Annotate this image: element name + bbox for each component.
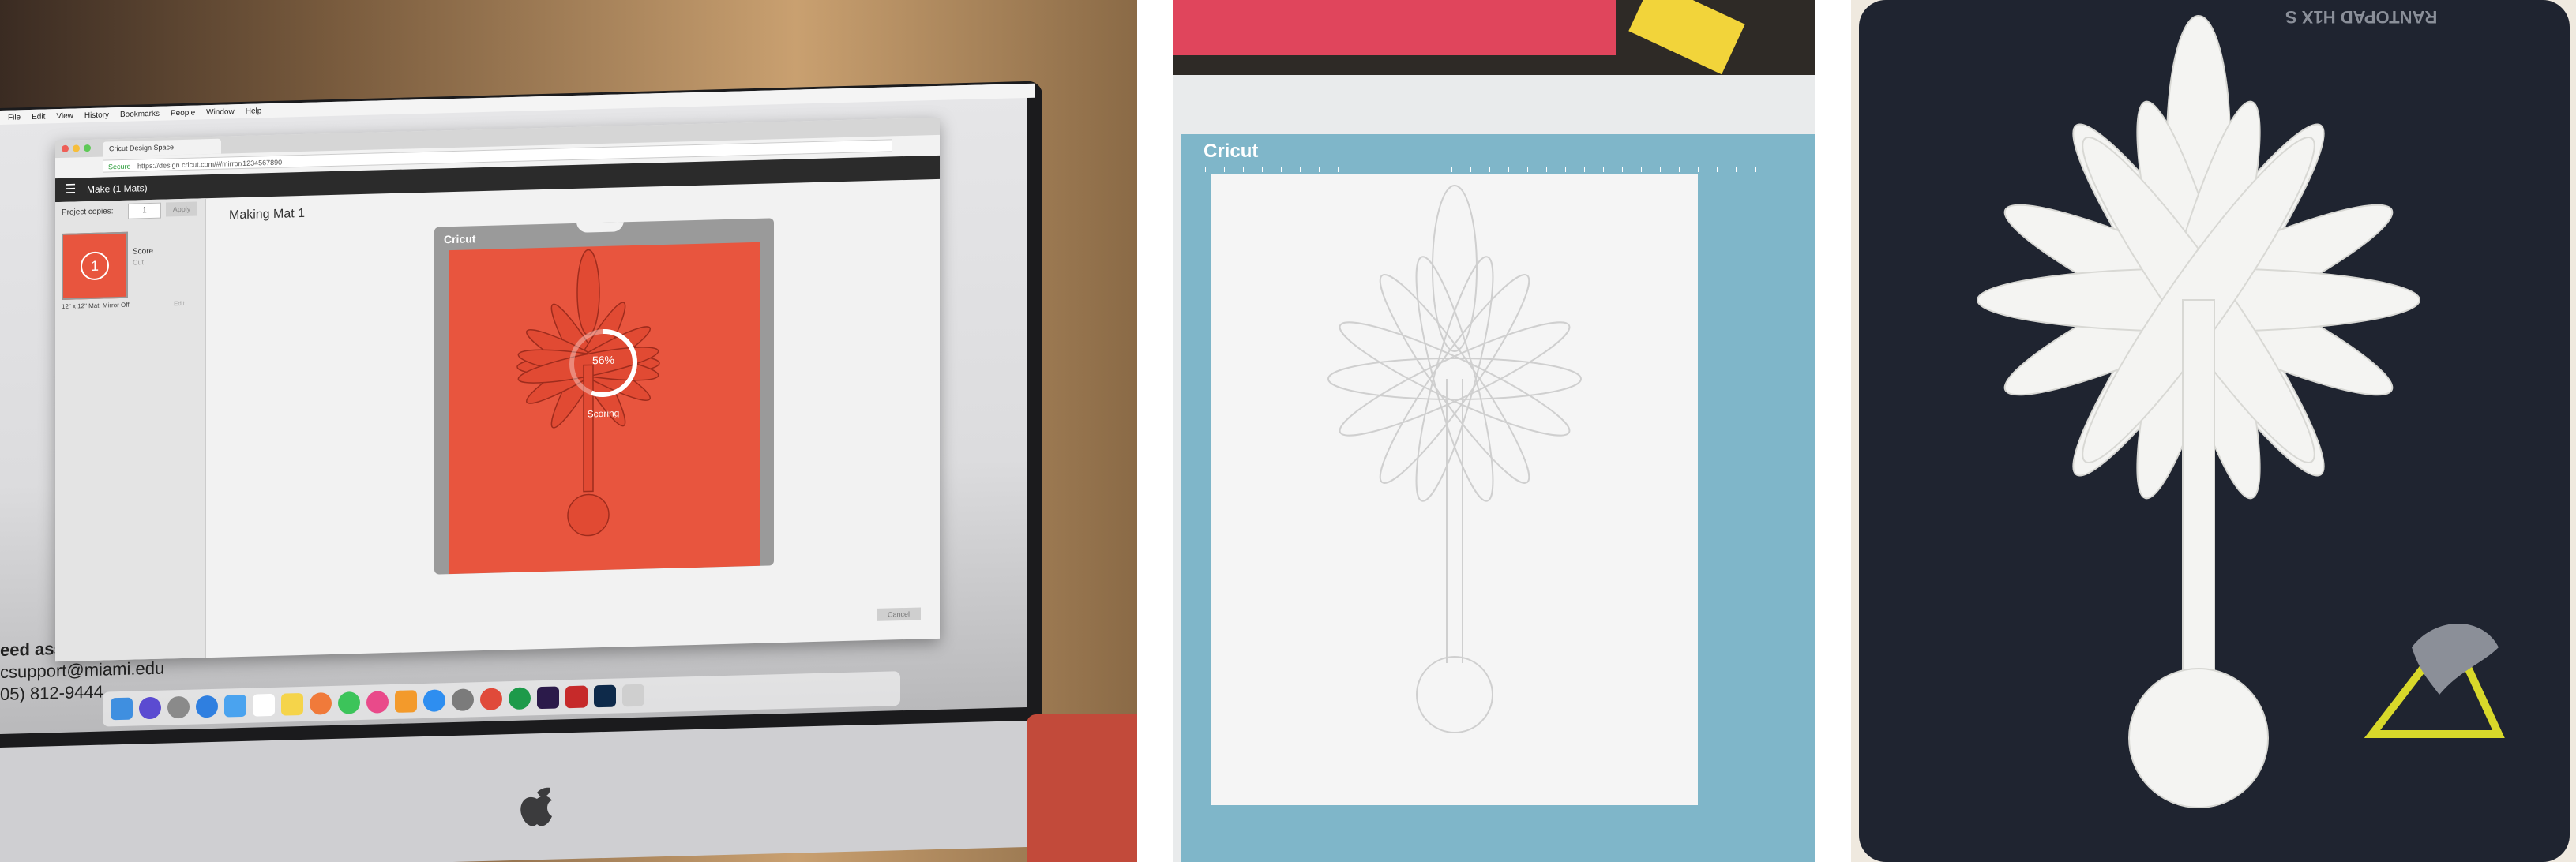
finder-icon[interactable] — [111, 697, 133, 721]
support-email: csupport@miami.edu — [0, 658, 165, 682]
mat-brand-logo: Cricut — [1204, 141, 1259, 162]
ibooks-icon[interactable] — [395, 690, 417, 713]
menu-item-history[interactable]: History — [84, 111, 109, 120]
menu-item-edit[interactable]: Edit — [32, 112, 45, 121]
mat-number-badge: 1 — [81, 251, 109, 281]
menu-item-window[interactable]: Window — [206, 107, 235, 117]
browser-tab[interactable]: Cricut Design Space — [103, 138, 221, 157]
progress-status: Scoring — [587, 407, 620, 420]
notes-icon[interactable] — [281, 692, 303, 716]
menu-item-help[interactable]: Help — [246, 107, 262, 116]
secure-label: Secure — [108, 162, 131, 171]
menu-item-file[interactable]: File — [8, 113, 21, 122]
messages-icon[interactable] — [338, 691, 360, 714]
mat-status-title: Score — [133, 246, 154, 257]
mat-ruler-ticks — [1205, 167, 1805, 172]
photo-cricut-mat-scored-paper: Cricut — [1173, 0, 1815, 862]
chrome-icon[interactable] — [480, 688, 502, 711]
coffee-mug — [1027, 714, 1137, 862]
mat-preview: Cricut 56% Scoring — [434, 218, 774, 575]
menu-item-people[interactable]: People — [171, 108, 195, 118]
progress-percent: 56% — [591, 353, 615, 367]
safari-icon[interactable] — [196, 695, 218, 718]
itunes-icon[interactable] — [366, 691, 389, 714]
edit-mat-button[interactable]: Edit — [174, 300, 185, 307]
blue-cricut-mat: Cricut — [1181, 134, 1815, 862]
white-cardstock-sheet — [1211, 174, 1698, 805]
desktop-screen: File Edit View History Bookmarks People … — [0, 83, 1035, 734]
cancel-button[interactable]: Cancel — [877, 607, 921, 621]
mat-sidebar: Project copies: 1 Apply 1 Score Cut 12" … — [55, 198, 206, 662]
mat-thumbnail[interactable]: 1 — [62, 231, 128, 300]
making-mat-label: Making Mat 1 — [229, 206, 306, 223]
mat-size-label: 12" x 12" Mat, Mirror Off — [62, 301, 130, 310]
hamburger-menu-icon[interactable]: ☰ — [65, 178, 76, 201]
system-preferences-icon[interactable] — [452, 688, 474, 712]
trash-icon[interactable] — [622, 684, 644, 707]
close-window-button[interactable] — [62, 144, 69, 152]
menu-item-bookmarks[interactable]: Bookmarks — [120, 109, 160, 118]
zoom-window-button[interactable] — [84, 144, 91, 152]
red-paper-background — [1173, 0, 1616, 55]
photo-imac-cricut-design-space: File Edit View History Bookmarks People … — [0, 0, 1137, 862]
mat-status-sub: Cut — [133, 258, 145, 267]
black-mouse-pad: RANTOPAD H1X S — [1859, 0, 2570, 862]
mail-icon[interactable] — [224, 694, 246, 718]
siri-icon[interactable] — [139, 696, 161, 720]
premiere-icon[interactable] — [537, 686, 559, 710]
mat-grip-tab — [576, 220, 624, 233]
cricut-icon[interactable] — [509, 687, 531, 710]
glue-stick — [1628, 0, 1745, 75]
project-copies-input[interactable]: 1 — [128, 202, 161, 219]
cricut-logo: Cricut — [444, 232, 476, 246]
project-copies-label: Project copies: — [62, 207, 114, 217]
launchpad-icon[interactable] — [167, 695, 190, 719]
browser-window: Cricut Design Space Secure https://desig… — [55, 117, 940, 662]
acrobat-icon[interactable] — [565, 685, 588, 709]
mat-red-sheet: 56% Scoring — [449, 242, 760, 575]
apple-logo-icon — [517, 781, 557, 829]
window-title: Make (1 Mats) — [87, 182, 148, 196]
traffic-lights — [62, 144, 91, 152]
calendar-icon[interactable] — [253, 693, 275, 717]
photo-paper-flower-on-mousepad: RANTOPAD H1X S — [1851, 0, 2576, 862]
menu-item-view[interactable]: View — [56, 111, 73, 121]
minimize-window-button[interactable] — [73, 144, 80, 152]
photos-icon[interactable] — [310, 692, 332, 715]
scored-flower-outline — [1327, 185, 1582, 733]
mousepad-logo-icon — [2364, 600, 2522, 742]
photoshop-icon[interactable] — [594, 684, 616, 708]
url-text: https://design.cricut.com/#/mirror/12345… — [137, 158, 283, 171]
app-store-icon[interactable] — [423, 689, 445, 712]
apply-button[interactable]: Apply — [166, 201, 197, 217]
